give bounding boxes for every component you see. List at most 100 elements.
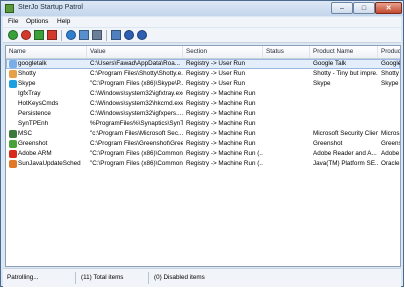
cell-value: C:\Windows\system32\hkcmd.exe (90, 100, 183, 107)
menu-options[interactable]: Options (26, 18, 48, 25)
table-row[interactable]: googletalk C:\Users\Fawad\AppData\Roa... R… (6, 59, 400, 69)
column-header-value[interactable]: Value (87, 46, 183, 58)
export-icon[interactable] (92, 30, 102, 40)
cell-name: Adobe ARM (6, 149, 87, 159)
row-name-text: Adobe ARM (18, 150, 52, 157)
cell-name: Shotty (6, 69, 87, 79)
cell-status (263, 109, 310, 119)
cell-section: Registry -> Machine Run (186, 140, 256, 147)
cell-section: Registry -> Machine Run (186, 100, 256, 107)
column-header-name[interactable]: Name (6, 46, 87, 58)
cell-product: Micros (381, 130, 400, 137)
status-disabled-items: (0) Disabled items (154, 274, 205, 281)
cell-status (263, 149, 310, 159)
refresh-icon[interactable] (66, 30, 76, 40)
menu-bar: File Options Help (3, 17, 401, 27)
cell-status (263, 159, 310, 169)
menu-help[interactable]: Help (57, 18, 70, 25)
title-bar[interactable]: SterJo Startup Patrol – □ ✕ (1, 1, 403, 16)
cell-name: Persistence (6, 109, 87, 119)
cell-status (263, 79, 310, 89)
table-row[interactable]: SynTPEnh %ProgramFiles%\Synaptics\SynTP..… (6, 119, 400, 129)
maximize-button[interactable]: □ (353, 2, 375, 14)
table-row[interactable]: Skype "C:\Program Files (x86)\Skype\P... R… (6, 79, 400, 89)
disable-icon[interactable] (47, 30, 57, 40)
table-row[interactable]: Persistence C:\Windows\system32\igfxpers.… (6, 109, 400, 119)
close-button[interactable]: ✕ (375, 2, 402, 14)
cell-value: "C:\Program Files (x86)\Common... (90, 150, 183, 157)
cell-section: Registry -> User Run (186, 60, 245, 67)
cell-status (263, 99, 310, 109)
cell-name: HotKeysCmds (6, 99, 87, 109)
column-header-product-name[interactable]: Product Name (310, 46, 378, 58)
row-name-text: SunJavaUpdateSched (18, 160, 81, 167)
column-header-status[interactable]: Status (263, 46, 310, 58)
cell-product: Greens (381, 140, 401, 147)
cell-name: MSC (6, 129, 87, 139)
table-row[interactable]: Adobe ARM "C:\Program Files (x86)\Common.… (6, 149, 400, 159)
cell-product (378, 89, 400, 99)
cell-status (263, 89, 310, 99)
cell-product (378, 119, 400, 129)
info-icon[interactable] (124, 30, 134, 40)
app-window: SterJo Startup Patrol – □ ✕ File Options… (0, 0, 404, 287)
row-name-text: MSC (18, 130, 32, 137)
enable-icon[interactable] (34, 30, 44, 40)
row-name-text: HotKeysCmds (18, 100, 59, 107)
toolbar (3, 28, 401, 43)
table-row[interactable]: Shotty C:\Program Files\Shotty\Shotty.e..… (6, 69, 400, 79)
cell-name: googletalk (6, 59, 87, 69)
status-total-items: (11) Total items (81, 274, 124, 281)
remove-icon[interactable] (21, 30, 31, 40)
cell-product-name: Google Talk (313, 60, 347, 67)
cell-product (378, 109, 400, 119)
column-header-section[interactable]: Section (183, 46, 263, 58)
table-row[interactable]: SunJavaUpdateSched "C:\Program Files (x86… (6, 159, 400, 169)
cell-section: Registry -> Machine Run (186, 130, 256, 137)
cell-status (263, 69, 310, 79)
menu-file[interactable]: File (8, 18, 18, 25)
cell-product-name: Greenshot (313, 140, 343, 147)
cell-section: Registry -> Machine Run (186, 110, 256, 117)
table-row[interactable]: Greenshot C:\Program Files\Greenshot\Gree… (6, 139, 400, 149)
table-row[interactable]: MSC "c:\Program Files\Microsoft Sec... Reg… (6, 129, 400, 139)
cell-value: C:\Program Files\Shotty\Shotty.e... (90, 70, 183, 77)
cell-product-name: Microsoft Security Client (313, 130, 378, 137)
add-icon[interactable] (8, 30, 18, 40)
table-row[interactable]: HotKeysCmds C:\Windows\system32\hkcmd.exe… (6, 99, 400, 109)
cell-product: Adobe (381, 150, 400, 157)
cell-product-name: Skype (313, 80, 331, 87)
cell-value: "C:\Program Files (x86)\Skype\P... (90, 80, 183, 87)
toolbar-separator (106, 30, 107, 41)
adobe-arm-icon (9, 150, 17, 158)
window-title: SterJo Startup Patrol (18, 4, 83, 11)
cell-product (378, 99, 400, 109)
cell-name: IgfxTray (6, 89, 87, 99)
properties-icon[interactable] (79, 30, 89, 40)
cell-value: %ProgramFiles%\Synaptics\SynTP... (90, 120, 183, 127)
status-divider (148, 272, 149, 284)
app-icon (5, 4, 14, 13)
cell-product: Google (381, 60, 401, 67)
cell-name: SunJavaUpdateSched (6, 159, 87, 169)
startup-items-list[interactable]: Name Value Section Status Product Name P… (5, 45, 401, 267)
cell-name: SynTPEnh (6, 119, 87, 129)
column-header-product[interactable]: Product (378, 46, 400, 58)
skype-icon (9, 80, 17, 88)
cell-value: C:\Users\Fawad\AppData\Roa... (90, 60, 180, 67)
row-name-text: IgfxTray (18, 90, 41, 97)
msc-icon (9, 130, 17, 138)
cell-status (263, 119, 310, 129)
cell-product-name (310, 119, 378, 129)
row-name-text: Shotty (18, 70, 36, 77)
cell-product-name: Shotty - Tiny but impre... (313, 70, 378, 77)
cell-status (263, 59, 310, 69)
table-row[interactable]: IgfxTray C:\Windows\system32\igfxtray.exe… (6, 89, 400, 99)
cell-status (263, 139, 310, 149)
cell-section: Registry -> Machine Run (... (186, 150, 263, 157)
cell-value: "C:\Program Files (x86)\Common... (90, 160, 183, 167)
cell-section: Registry -> User Run (186, 80, 245, 87)
help-icon[interactable] (137, 30, 147, 40)
view-icon[interactable] (111, 30, 121, 40)
minimize-button[interactable]: – (331, 2, 353, 14)
